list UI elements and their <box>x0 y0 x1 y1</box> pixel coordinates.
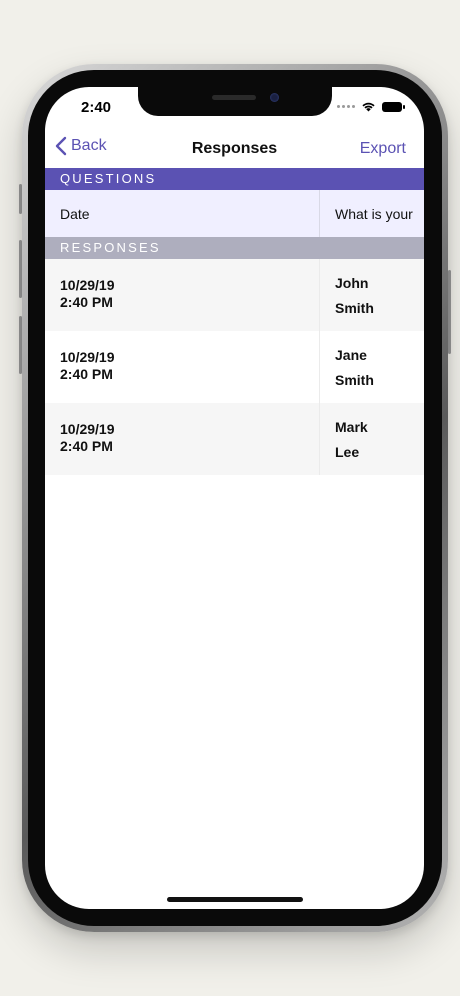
table-row[interactable]: 10/29/19 2:40 PM John Smith <box>45 259 424 331</box>
response-first-name: Mark <box>335 419 368 435</box>
column-divider <box>319 331 320 403</box>
response-date: 10/29/19 <box>60 421 115 437</box>
column-header-question[interactable]: What is your <box>335 206 413 222</box>
response-answer-cell: Jane Smith <box>335 343 374 393</box>
response-date: 10/29/19 <box>60 349 115 365</box>
column-header-date[interactable]: Date <box>60 206 90 222</box>
response-first-name: Jane <box>335 347 367 363</box>
questions-header-row: Date What is your <box>45 190 424 237</box>
response-date-cell: 10/29/19 2:40 PM <box>60 277 115 311</box>
response-first-name: John <box>335 275 369 291</box>
response-last-name: Lee <box>335 444 360 460</box>
column-divider <box>319 403 320 475</box>
response-time: 2:40 PM <box>60 366 113 382</box>
column-divider <box>319 259 320 331</box>
export-button[interactable]: Export <box>360 140 406 158</box>
table-row[interactable]: 10/29/19 2:40 PM Mark Lee <box>45 403 424 475</box>
response-date-cell: 10/29/19 2:40 PM <box>60 421 115 455</box>
response-time: 2:40 PM <box>60 438 113 454</box>
speaker-grille <box>212 95 256 100</box>
response-answer-cell: John Smith <box>335 271 374 321</box>
navigation-bar: Back Responses Export <box>45 131 424 167</box>
response-answer-cell: Mark Lee <box>335 415 368 465</box>
response-time: 2:40 PM <box>60 294 113 310</box>
status-icons <box>337 101 405 112</box>
battery-icon <box>382 101 405 112</box>
notch <box>138 87 332 116</box>
signal-icon <box>337 105 355 108</box>
phone-screen: 2:40 Back Responses Export QUESTIONS Dat… <box>45 87 424 909</box>
front-camera <box>270 93 279 102</box>
wifi-icon <box>362 102 375 112</box>
response-last-name: Smith <box>335 372 374 388</box>
app-screenshot: 2:40 Back Responses Export QUESTIONS Dat… <box>0 0 460 996</box>
power-button <box>448 270 451 354</box>
status-time: 2:40 <box>81 99 112 116</box>
home-indicator[interactable] <box>167 897 303 902</box>
response-date-cell: 10/29/19 2:40 PM <box>60 349 115 383</box>
response-last-name: Smith <box>335 300 374 316</box>
responses-section-header: RESPONSES <box>45 237 424 259</box>
column-divider <box>319 190 320 237</box>
table-row[interactable]: 10/29/19 2:40 PM Jane Smith <box>45 331 424 403</box>
questions-section-header: QUESTIONS <box>45 168 424 190</box>
response-date: 10/29/19 <box>60 277 115 293</box>
